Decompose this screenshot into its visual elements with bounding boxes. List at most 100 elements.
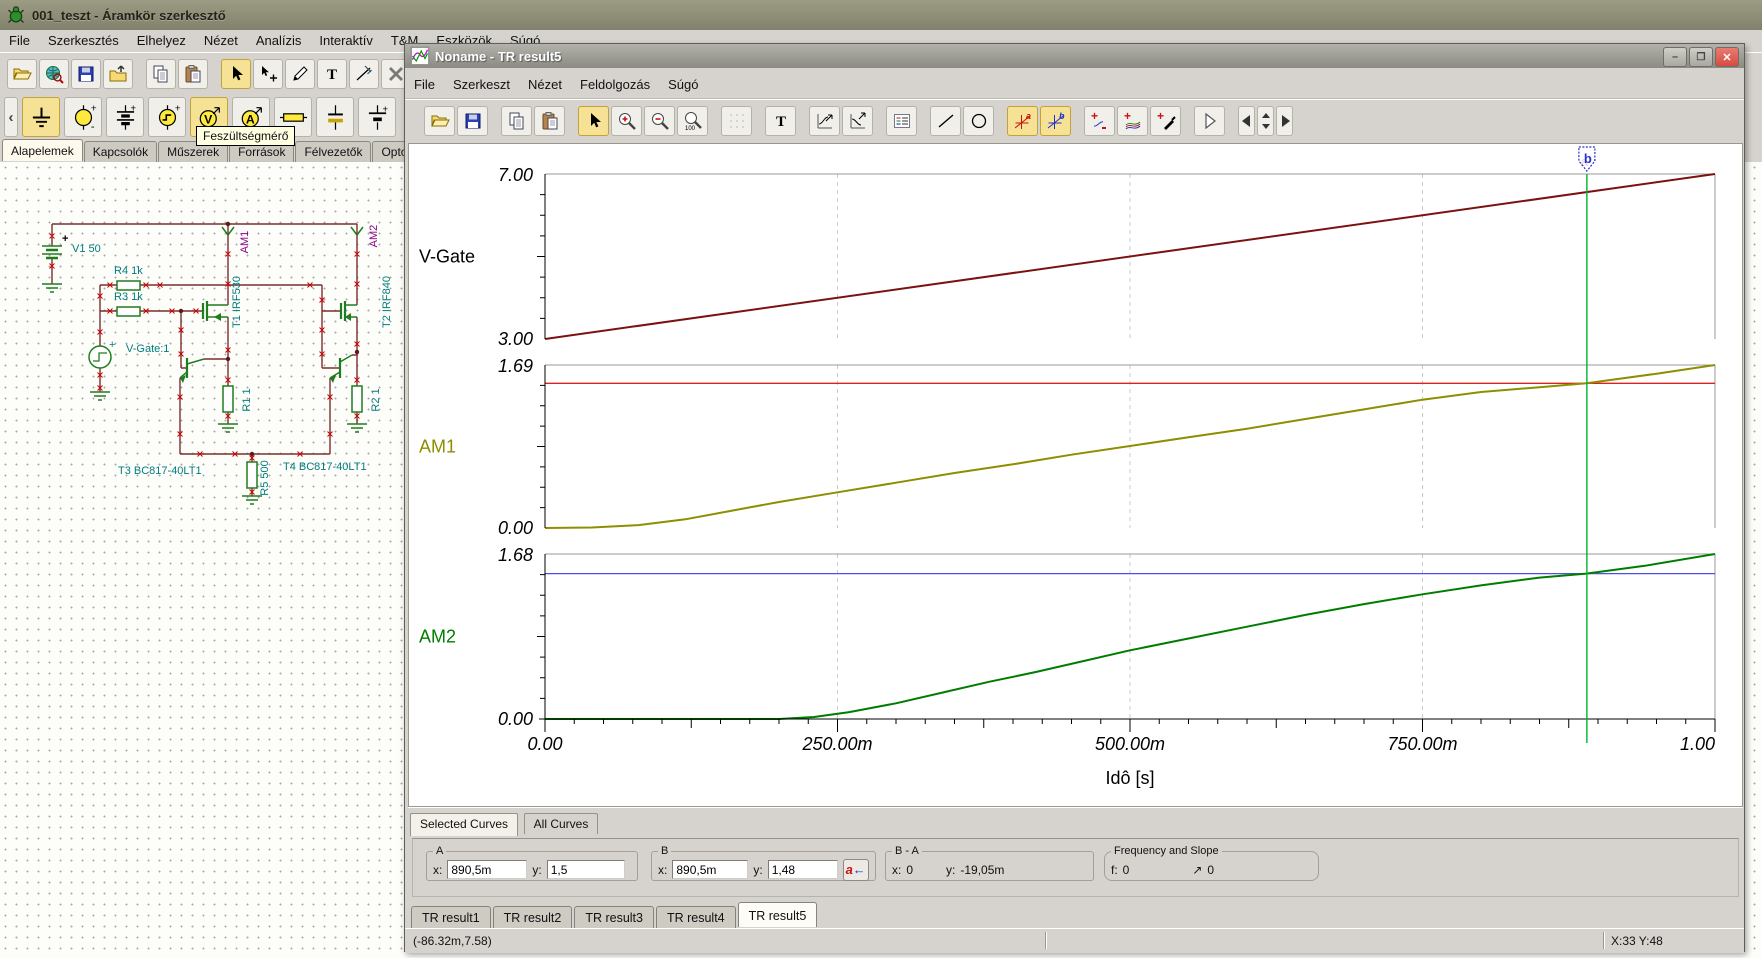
a-y-input[interactable] bbox=[546, 860, 625, 879]
curve-modify2-button[interactable] bbox=[842, 106, 873, 136]
set-a-to-b-button[interactable]: a← bbox=[842, 858, 869, 881]
save-button[interactable] bbox=[457, 106, 488, 136]
line-tool-icon bbox=[936, 111, 956, 131]
tab-tr-result2[interactable]: TR result2 bbox=[492, 906, 573, 929]
battery-button[interactable]: + bbox=[106, 97, 144, 137]
open-folder-button[interactable] bbox=[424, 106, 455, 136]
grid-button[interactable] bbox=[721, 106, 752, 136]
tab-alapelemek[interactable]: Alapelemek bbox=[2, 139, 83, 161]
status-coordinates: (-86.32m,7.58) bbox=[413, 934, 492, 948]
text-tool-button[interactable]: T bbox=[765, 106, 796, 136]
add-curves-button[interactable]: + bbox=[1117, 106, 1148, 136]
export-folder-button[interactable] bbox=[103, 59, 133, 89]
tab-all-curves[interactable]: All Curves bbox=[523, 813, 599, 834]
group-freq-label: Frequency and Slope bbox=[1114, 845, 1219, 857]
menu-elhelyez[interactable]: Elhelyez bbox=[128, 30, 195, 52]
grid-icon bbox=[727, 111, 747, 131]
delete-icon bbox=[386, 64, 406, 84]
tab-f-lvezet-k[interactable]: Félvezetők bbox=[295, 141, 372, 162]
tab-kapcsol-k[interactable]: Kapcsolók bbox=[83, 141, 158, 162]
menu-feldolgozás[interactable]: Feldolgozás bbox=[571, 74, 659, 96]
menu-interaktív[interactable]: Interaktív bbox=[310, 30, 381, 52]
zoom-out-button[interactable] bbox=[644, 106, 675, 136]
slope-value: 0 bbox=[1207, 862, 1215, 877]
svg-text:+: + bbox=[382, 104, 388, 115]
tr-title-bar[interactable]: Noname - TR result5 bbox=[405, 44, 1744, 68]
cursor-a-button[interactable]: a bbox=[1007, 106, 1038, 136]
pen-button[interactable] bbox=[285, 59, 315, 89]
voltage-source-button[interactable]: + - bbox=[64, 97, 102, 137]
tr-status-bar: (-86.32m,7.58) X:33 Y:48 bbox=[405, 928, 1744, 953]
wire-cursor-button[interactable] bbox=[253, 59, 283, 89]
svg-text:100: 100 bbox=[685, 126, 696, 131]
arrow-left-button[interactable] bbox=[1238, 106, 1255, 136]
a-glyph: a bbox=[845, 861, 853, 877]
line-tool-button[interactable] bbox=[930, 106, 961, 136]
svg-text:A: A bbox=[245, 112, 254, 126]
a-x-input[interactable] bbox=[447, 860, 528, 879]
menu-szerkeszt[interactable]: Szerkeszt bbox=[444, 74, 519, 96]
svg-text:T: T bbox=[327, 67, 337, 83]
tab-tr-result1[interactable]: TR result1 bbox=[411, 906, 491, 929]
circle-tool-button[interactable] bbox=[963, 106, 994, 136]
generator-button[interactable]: + bbox=[148, 97, 186, 137]
close-button[interactable] bbox=[1715, 47, 1739, 67]
menu-súgó[interactable]: Súgó bbox=[659, 74, 707, 96]
cursor-b-button[interactable]: b bbox=[1040, 106, 1071, 136]
menu-analízis[interactable]: Analízis bbox=[247, 30, 311, 52]
save-button[interactable] bbox=[71, 59, 101, 89]
battery-icon: + bbox=[112, 104, 139, 131]
zoom-100-button[interactable]: 100 bbox=[677, 106, 708, 136]
menu-file[interactable]: File bbox=[0, 30, 39, 52]
menu-nézet[interactable]: Nézet bbox=[519, 74, 571, 96]
wire-edit-button[interactable] bbox=[349, 59, 379, 89]
svg-text:+: + bbox=[1124, 111, 1131, 123]
copy-button[interactable] bbox=[501, 106, 532, 136]
chart-panel[interactable]: 7.00 3.00 V-Gate 1.69 0.00 AM1 1.68 0.00 AM2 0.00… bbox=[408, 143, 1743, 807]
menu-szerkesztés[interactable]: Szerkesztés bbox=[39, 30, 128, 52]
b-x-input[interactable] bbox=[672, 860, 749, 879]
paste-button[interactable] bbox=[178, 59, 208, 89]
copy-button[interactable] bbox=[146, 59, 176, 89]
spinner-button[interactable] bbox=[1257, 106, 1274, 136]
schematic-label-t2: T2 IRF840 bbox=[381, 276, 393, 328]
tab-tr-result3[interactable]: TR result3 bbox=[574, 906, 654, 929]
main-title-bar: 001_teszt - Áramkör szerkesztő bbox=[0, 0, 1762, 30]
b-y-input[interactable] bbox=[767, 860, 838, 879]
curve-modify-button[interactable] bbox=[809, 106, 840, 136]
svg-text:0.00: 0.00 bbox=[498, 709, 533, 729]
selection-cursor-button[interactable] bbox=[578, 106, 609, 136]
svg-text:750.00m: 750.00m bbox=[1387, 734, 1457, 754]
text-tool-button[interactable]: T bbox=[317, 59, 347, 89]
tab-selected-curves[interactable]: Selected Curves bbox=[410, 813, 519, 836]
svg-text:1.68: 1.68 bbox=[498, 545, 533, 565]
add-curve-icon: + bbox=[1090, 111, 1110, 131]
menu-file[interactable]: File bbox=[405, 74, 444, 96]
zoom-in-button[interactable] bbox=[611, 106, 642, 136]
text-tool-icon: T bbox=[322, 64, 342, 84]
capacitor-button[interactable] bbox=[316, 97, 354, 137]
search-globe-button[interactable] bbox=[39, 59, 69, 89]
restore-button[interactable] bbox=[1689, 47, 1713, 67]
add-curve-button[interactable]: + bbox=[1084, 106, 1115, 136]
svg-text:T: T bbox=[775, 114, 785, 130]
add-point-button[interactable]: + bbox=[1150, 106, 1181, 136]
svg-text:500.00m: 500.00m bbox=[1095, 734, 1165, 754]
legend-button[interactable] bbox=[886, 106, 917, 136]
battery-cell-button[interactable]: + bbox=[358, 97, 396, 137]
flag-tool-button[interactable] bbox=[1194, 106, 1225, 136]
chevron-left-button[interactable]: ‹ bbox=[4, 97, 18, 137]
ground-button[interactable] bbox=[22, 97, 60, 137]
menu-nézet[interactable]: Nézet bbox=[195, 30, 247, 52]
minimize-button[interactable] bbox=[1663, 47, 1687, 67]
schematic-label-t1: T1 IRF530 bbox=[231, 276, 243, 328]
wire-edit-icon bbox=[354, 64, 374, 84]
paste-button[interactable] bbox=[534, 106, 565, 136]
svg-text:+: + bbox=[1157, 111, 1164, 123]
tab-tr-result5[interactable]: TR result5 bbox=[737, 902, 818, 927]
charts[interactable]: 7.00 3.00 V-Gate 1.69 0.00 AM1 1.68 0.00 AM2 0.00… bbox=[409, 144, 1742, 806]
tab-tr-result4[interactable]: TR result4 bbox=[655, 906, 736, 929]
open-folder-button[interactable] bbox=[7, 59, 37, 89]
arrow-right-button[interactable] bbox=[1276, 106, 1293, 136]
selection-cursor-button[interactable] bbox=[221, 59, 251, 89]
